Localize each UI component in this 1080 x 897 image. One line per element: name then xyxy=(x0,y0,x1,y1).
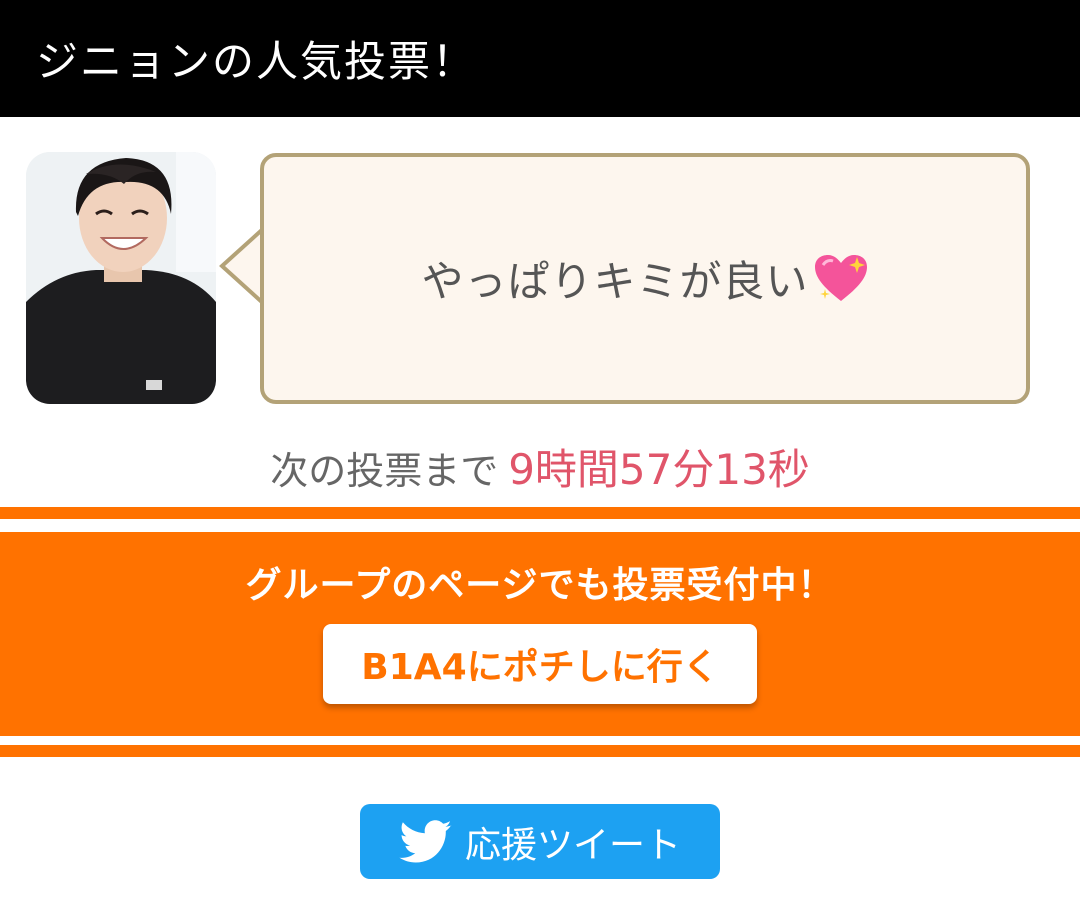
orange-divider-top xyxy=(0,507,1080,519)
header-bar: ジニョンの人気投票！ xyxy=(0,0,1080,117)
countdown-time: 9時間57分13秒 xyxy=(508,445,810,494)
sparkling-heart-icon xyxy=(814,254,867,301)
group-promo-text: グループのページでも投票受付中！ xyxy=(245,565,835,606)
avatar-photo xyxy=(26,152,216,404)
support-tweet-button[interactable]: 応援ツイート xyxy=(360,804,720,879)
group-page-button[interactable]: B1A4にポチしに行く xyxy=(323,624,757,704)
page-title: ジニョンの人気投票！ xyxy=(36,37,477,86)
avatar xyxy=(26,152,216,404)
countdown: 次の投票まで 9時間57分13秒 xyxy=(0,436,1080,497)
tweet-button-label: 応援ツイート xyxy=(464,824,681,866)
countdown-label: 次の投票まで xyxy=(270,449,499,493)
vote-page: ジニョンの人気投票！ やっぱりキミが良い 次の投票まで 9時間57分13秒 グル… xyxy=(0,0,1080,897)
orange-divider-bottom xyxy=(0,745,1080,757)
bubble-message: やっぱりキミが良い xyxy=(421,257,809,306)
speech-bubble: やっぱりキミが良い xyxy=(260,153,1030,404)
twitter-bird-icon xyxy=(399,819,452,862)
